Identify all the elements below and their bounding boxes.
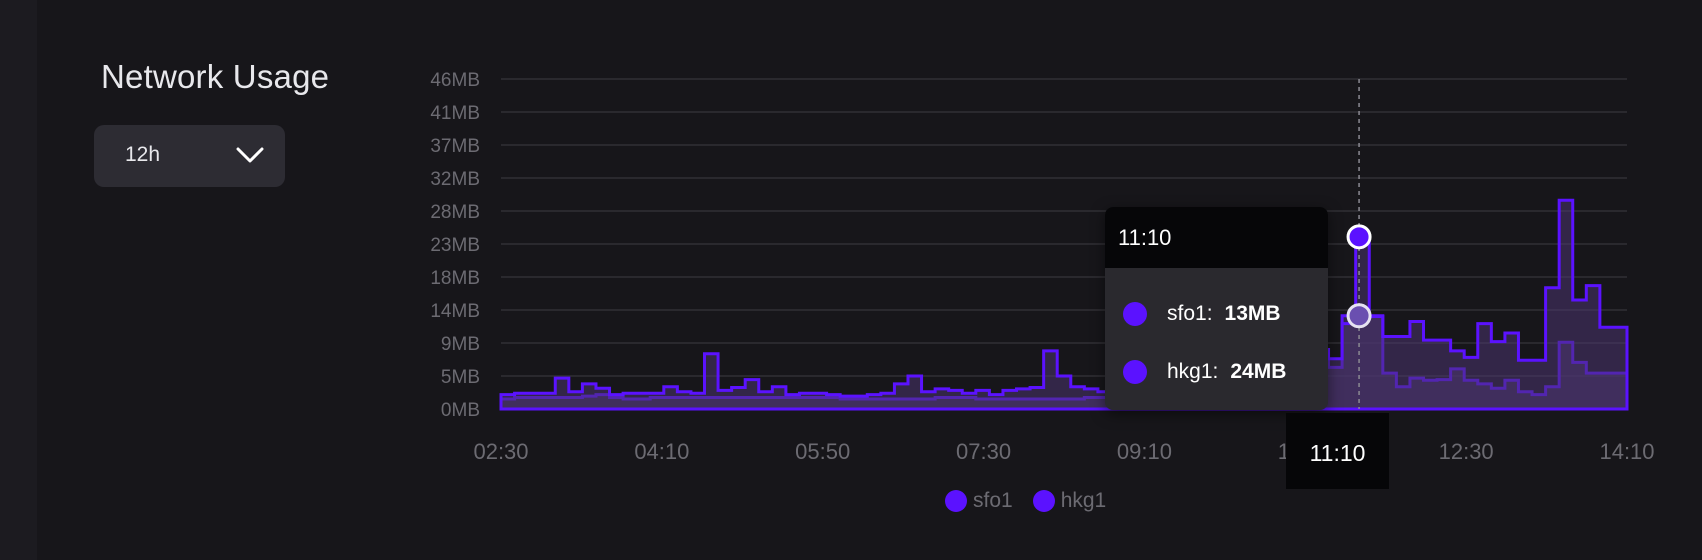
y-axis-ticks: 0MB 5MB 9MB 14MB 18MB 23MB 28MB 32MB 37MB 41MB 46M…: [430, 70, 480, 421]
tooltip-row-sfo1: sfo1: 13MB: [1123, 299, 1281, 329]
tooltip-time: 11:10: [1105, 207, 1328, 268]
x-tick-label: 05:50: [795, 439, 850, 464]
series-areas: [499, 198, 1629, 411]
chart-legend: sfo1 hkg1: [945, 489, 1126, 513]
series-dot-sfo1: [1123, 302, 1147, 326]
tooltip-label-sfo1: sfo1:: [1167, 302, 1213, 325]
x-tick-label: 02:30: [473, 439, 528, 464]
legend-dot-sfo1: [945, 490, 967, 512]
x-axis-ticks: 02:3004:1005:5007:3009:1010:5012:3014:10: [473, 439, 1654, 464]
y-tick-label: 28MB: [430, 202, 480, 223]
series-area-hkg1: [499, 198, 1629, 411]
y-tick-label: 14MB: [430, 301, 480, 322]
y-tick-label: 18MB: [430, 268, 480, 289]
y-tick-label: 0MB: [441, 400, 480, 421]
x-tick-label: 07:30: [956, 439, 1011, 464]
tooltip-label-hkg1: hkg1:: [1167, 360, 1219, 383]
network-usage-chart[interactable]: 0MB 5MB 9MB 14MB 18MB 23MB 28MB 32MB 37MB 41MB 46M…: [0, 0, 1702, 560]
y-tick-label: 32MB: [430, 169, 480, 190]
legend-label-hkg1: hkg1: [1060, 489, 1107, 512]
y-tick-label: 23MB: [430, 235, 480, 256]
legend-dot-hkg1: [1032, 490, 1055, 512]
y-tick-label: 46MB: [430, 70, 480, 91]
y-tick-label: 37MB: [430, 136, 480, 157]
y-tick-label: 5MB: [441, 367, 480, 388]
hover-marker-hkg1: [1346, 224, 1372, 250]
hover-marker-sfo1: [1346, 303, 1372, 329]
x-tick-label: 09:10: [1117, 439, 1172, 464]
series-dot-hkg1: [1123, 360, 1147, 384]
tooltip-value-hkg1: 24MB: [1230, 360, 1287, 383]
x-axis-highlight-text: 11:10: [1309, 440, 1366, 466]
hover-tooltip: 11:10 sfo1: 13MB hkg1: 24MB: [1105, 207, 1328, 410]
y-tick-label: 41MB: [430, 103, 480, 124]
x-tick-label: 12:30: [1439, 439, 1494, 464]
tooltip-value-sfo1: 13MB: [1224, 302, 1281, 325]
legend-item-sfo1[interactable]: sfo1: [945, 489, 1013, 513]
x-tick-label: 14:10: [1599, 439, 1654, 464]
legend-label-sfo1: sfo1: [973, 489, 1013, 512]
x-tick-label: 04:10: [634, 439, 689, 464]
tooltip-row-hkg1: hkg1: 24MB: [1123, 357, 1286, 387]
x-axis-highlight-label: 11:10: [1286, 413, 1389, 489]
legend-item-hkg1[interactable]: hkg1: [1032, 489, 1107, 513]
y-tick-label: 9MB: [441, 334, 480, 355]
